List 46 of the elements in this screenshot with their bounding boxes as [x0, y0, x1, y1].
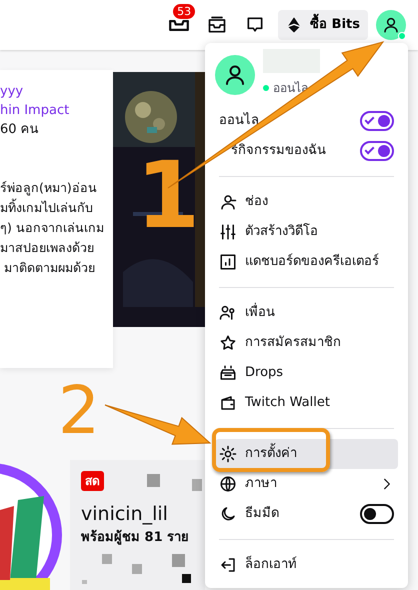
bits-icon — [286, 17, 302, 33]
viewer-count: พร้อมผู้ชม 81 ราย — [81, 528, 190, 547]
toggle-switch[interactable] — [360, 141, 394, 161]
toggle-switch[interactable] — [360, 111, 394, 131]
online-dot — [263, 85, 269, 91]
gear-icon — [219, 445, 237, 463]
inbox-icon — [207, 15, 228, 35]
user-avatar-button[interactable] — [376, 10, 406, 40]
toggle-label: ร์กิจกรรมของฉัน — [230, 142, 327, 160]
menu-item[interactable]: เพื่อน — [215, 298, 398, 328]
toggle-row[interactable]: ธีมมืด — [215, 499, 398, 529]
step-number: 2 — [58, 378, 100, 444]
game-link[interactable]: hin Impact — [0, 101, 113, 120]
toggle-switch[interactable] — [360, 504, 394, 524]
moon-icon — [219, 505, 237, 523]
channel-name[interactable]: vinicin_lil — [81, 500, 194, 528]
live-badge: สด — [81, 471, 104, 491]
chest-icon — [219, 364, 237, 382]
toggle-label: ออนไล — [219, 111, 260, 130]
user-icon — [382, 16, 400, 34]
menu-item[interactable]: การสมัครสมาชิก — [215, 328, 398, 358]
stream-title[interactable]: yyy — [0, 82, 113, 101]
status-text: ออนไล — [273, 80, 308, 97]
channel-icon — [219, 193, 237, 211]
menu-item[interactable]: ภาษา — [215, 469, 398, 499]
notification-icon — [169, 20, 190, 30]
friends-icon — [219, 304, 237, 322]
sliders-icon — [219, 223, 237, 241]
user-icon — [223, 63, 247, 87]
globe-icon — [219, 475, 237, 493]
menu-item[interactable]: ช่อง — [215, 187, 398, 217]
viewer-count: 60 คน — [0, 121, 40, 139]
menu-item[interactable]: การตั้งค่า — [215, 439, 398, 469]
dashboard-icon — [219, 253, 237, 271]
buy-bits-button[interactable]: ซื้อ Bits — [278, 10, 368, 40]
stream-description: ร์พ่อลูก(หมา)อ่อน มทิ้งเกมไปเล่นกับ ๆ) นอกจากเล่นเกม มาสปอยเพลงด้วย มาติดตามผมด้วย — [0, 178, 105, 276]
menu-item[interactable]: Drops — [215, 358, 398, 388]
menu-item[interactable]: Twitch Wallet — [215, 388, 398, 418]
menu-item[interactable]: แดชบอร์ดของครีเอเตอร์ — [215, 247, 398, 277]
step-number: 1 — [136, 150, 200, 242]
menu-item[interactable]: ตัวสร้างวิดีโอ — [215, 217, 398, 247]
menu-item[interactable]: ล็อกเอาท์ — [215, 550, 398, 580]
star-icon — [219, 334, 237, 352]
logout-icon — [219, 556, 237, 574]
wallet-icon — [219, 394, 237, 412]
notification-count: 53 — [173, 4, 196, 19]
